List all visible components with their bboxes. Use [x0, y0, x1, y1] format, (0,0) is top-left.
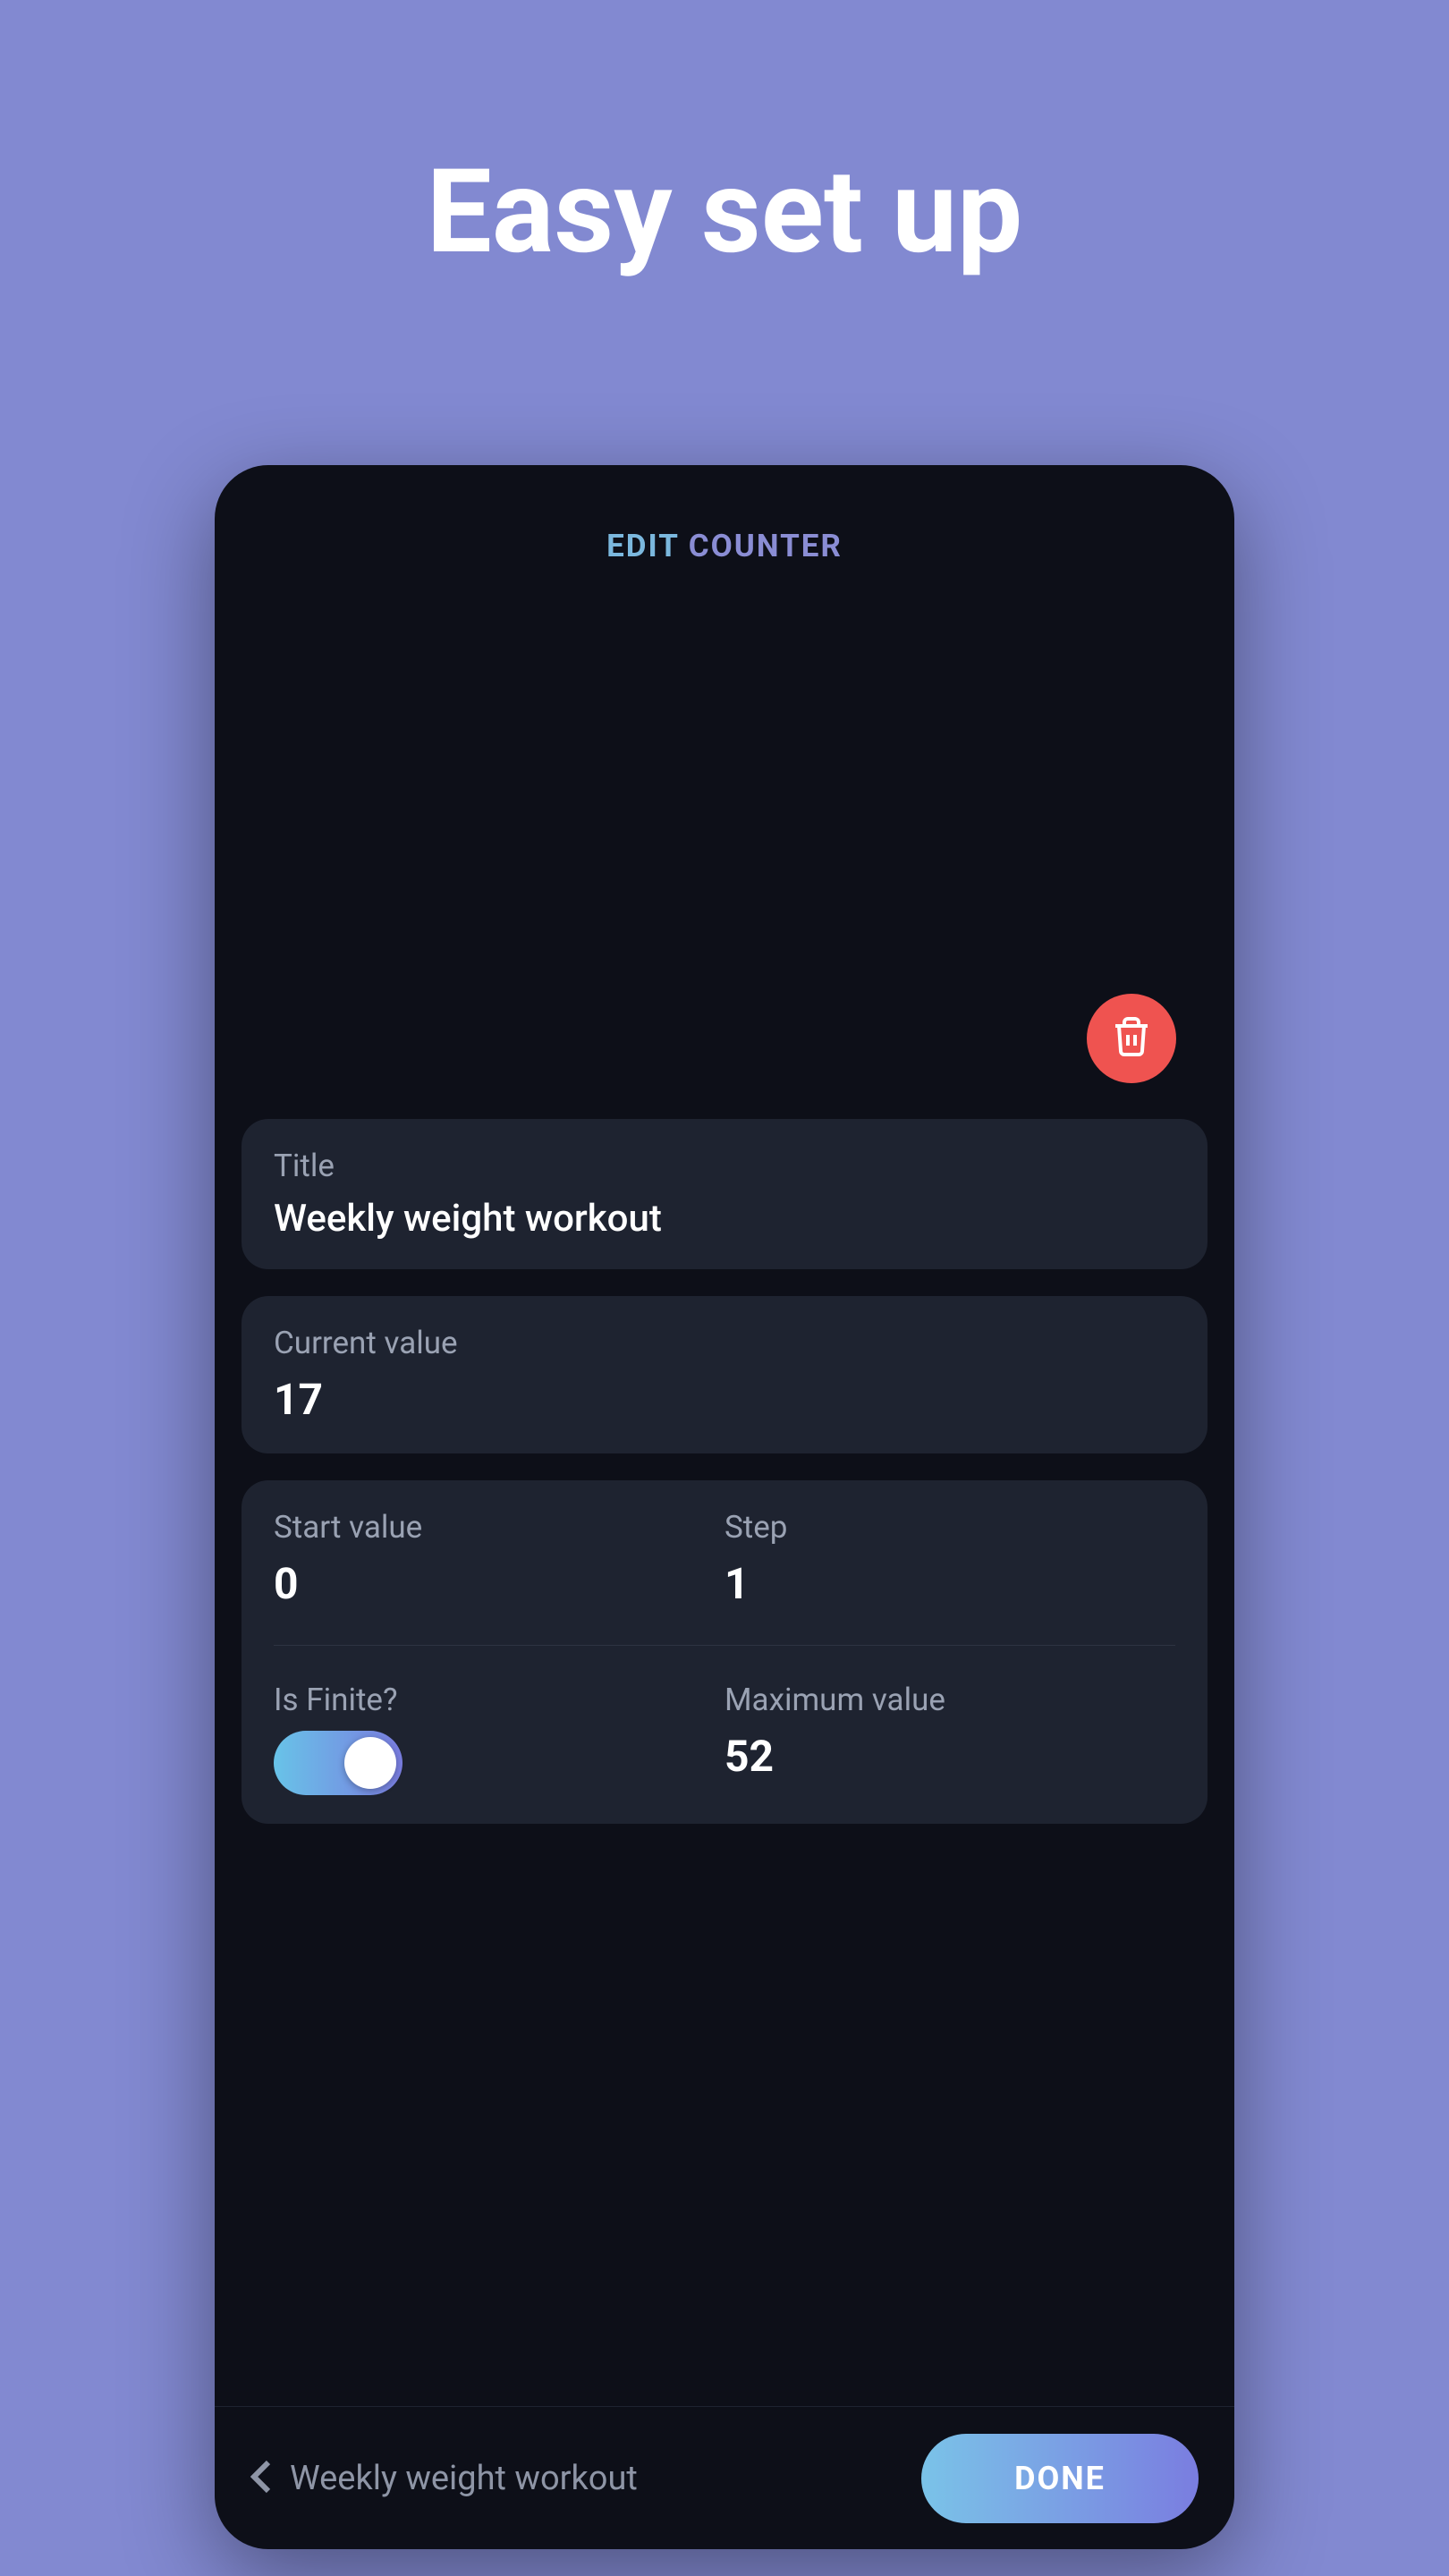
- current-value-label: Current value: [274, 1325, 1175, 1361]
- app-title: EDIT COUNTER: [215, 528, 1234, 564]
- maximum-value-label: Maximum value: [724, 1682, 1175, 1718]
- content-area: Title Weekly weight workout Current valu…: [215, 591, 1234, 2406]
- trash-row: [242, 994, 1208, 1083]
- done-button[interactable]: DONE: [921, 2434, 1199, 2523]
- back-button[interactable]: Weekly weight workout: [250, 2459, 638, 2498]
- page-heading: Easy set up: [0, 0, 1449, 280]
- maximum-value-field[interactable]: Maximum value 52: [724, 1682, 1175, 1795]
- title-card[interactable]: Title Weekly weight workout: [242, 1119, 1208, 1269]
- settings-card: Start value 0 Step 1 Is Finite?: [242, 1480, 1208, 1824]
- step-label: Step: [724, 1509, 1175, 1546]
- app-title-edit: EDIT: [606, 528, 679, 564]
- toggle-knob: [344, 1737, 396, 1789]
- bottom-bar: Weekly weight workout DONE: [215, 2406, 1234, 2549]
- is-finite-label: Is Finite?: [274, 1682, 724, 1718]
- step-field[interactable]: Step 1: [724, 1509, 1175, 1609]
- start-value-field[interactable]: Start value 0: [274, 1509, 724, 1609]
- trash-icon: [1110, 1015, 1153, 1062]
- done-label: DONE: [1014, 2460, 1106, 2497]
- phone-frame: EDIT COUNTER Title Weekly weight workout…: [215, 465, 1234, 2549]
- divider: [274, 1645, 1175, 1646]
- step-value: 1: [724, 1558, 1175, 1609]
- maximum-value: 52: [724, 1731, 1175, 1782]
- title-label: Title: [274, 1148, 1175, 1184]
- start-value-label: Start value: [274, 1509, 724, 1546]
- current-value: 17: [274, 1374, 1175, 1425]
- is-finite-field: Is Finite?: [274, 1682, 724, 1795]
- delete-button[interactable]: [1087, 994, 1176, 1083]
- back-text: Weekly weight workout: [290, 2459, 638, 2498]
- finite-max-row: Is Finite? Maximum value 52: [274, 1682, 1175, 1795]
- title-value: Weekly weight workout: [274, 1197, 1175, 1241]
- chevron-left-icon: [250, 2459, 272, 2498]
- app-header: EDIT COUNTER: [215, 465, 1234, 591]
- app-title-counter: COUNTER: [689, 528, 843, 564]
- current-value-card[interactable]: Current value 17: [242, 1296, 1208, 1453]
- start-value: 0: [274, 1558, 724, 1609]
- start-step-row: Start value 0 Step 1: [274, 1509, 1175, 1609]
- is-finite-toggle[interactable]: [274, 1731, 402, 1795]
